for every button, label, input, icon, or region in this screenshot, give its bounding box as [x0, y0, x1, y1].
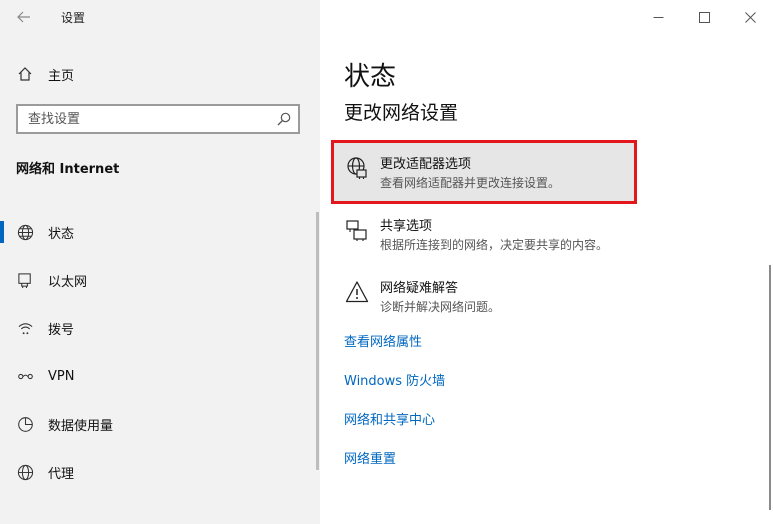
adapter-globe-icon	[344, 156, 370, 182]
option-sharing[interactable]: 共享选项 根据所连接到的网络，决定要共享的内容。	[344, 218, 608, 254]
sidebar-item-label: VPN	[48, 368, 75, 384]
sidebar-item-label: 数据使用量	[48, 418, 114, 434]
option-change-adapter[interactable]: 更改适配器选项 查看网络适配器并更改连接设置。	[344, 156, 560, 192]
home-label: 主页	[48, 68, 75, 84]
sidebar-item-proxy[interactable]: 代理	[0, 448, 320, 496]
vpn-icon	[16, 367, 34, 385]
option-title: 共享选项	[380, 219, 433, 234]
warning-icon	[344, 280, 370, 306]
sidebar-item-label: 状态	[48, 226, 75, 242]
ethernet-icon	[16, 271, 34, 289]
search-icon[interactable]	[276, 111, 292, 127]
sidebar-item-home[interactable]: 主页	[16, 60, 74, 88]
sidebar: 设置 主页 网络和 Internet 状态	[0, 0, 320, 524]
minimize-button[interactable]	[635, 0, 681, 34]
globe-icon	[16, 223, 34, 241]
active-indicator	[0, 221, 4, 243]
sidebar-item-vpn[interactable]: VPN	[0, 352, 320, 400]
link-windows-firewall[interactable]: Windows 防火墙	[344, 370, 445, 389]
maximize-button[interactable]	[681, 0, 727, 34]
option-title: 更改适配器选项	[380, 157, 472, 172]
search-input[interactable]	[18, 106, 278, 132]
sidebar-item-data-usage[interactable]: 数据使用量	[0, 400, 320, 448]
option-description: 诊断并解决网络问题。	[380, 300, 501, 314]
link-view-network-properties[interactable]: 查看网络属性	[344, 331, 422, 350]
page-title: 状态	[344, 62, 397, 92]
option-description: 查看网络适配器并更改连接设置。	[380, 176, 561, 190]
sidebar-item-ethernet[interactable]: 以太网	[0, 256, 320, 304]
close-button[interactable]	[727, 0, 773, 34]
content-pane: 状态 更改网络设置 更改适配器选项 查看网络适配器并更改连接设置。 共享选项 根…	[316, 0, 773, 524]
data-usage-icon	[16, 415, 34, 433]
sidebar-item-dialup[interactable]: 拨号	[0, 304, 320, 352]
sidebar-item-label: 拨号	[48, 322, 75, 338]
sidebar-nav: 状态 以太网 拨号 VPN 数据使用量 代理	[0, 208, 320, 496]
section-subtitle: 更改网络设置	[344, 102, 459, 124]
settings-window: 设置 主页 网络和 Internet 状态	[0, 0, 773, 524]
app-title: 设置	[61, 11, 86, 25]
sidebar-item-label: 代理	[48, 466, 75, 482]
title-bar: 设置	[0, 0, 320, 34]
option-troubleshoot[interactable]: 网络疑难解答 诊断并解决网络问题。	[344, 280, 500, 316]
sidebar-item-label: 以太网	[48, 274, 88, 290]
option-description: 根据所连接到的网络，决定要共享的内容。	[380, 238, 609, 252]
link-network-sharing-center[interactable]: 网络和共享中心	[344, 409, 435, 428]
link-network-reset[interactable]: 网络重置	[344, 448, 396, 467]
sidebar-item-status[interactable]: 状态	[0, 208, 320, 256]
sharing-icon	[344, 218, 370, 244]
back-arrow-icon[interactable]	[12, 6, 36, 28]
home-icon	[16, 65, 34, 83]
content-scrollbar[interactable]	[769, 265, 771, 510]
search-box[interactable]	[16, 104, 300, 134]
section-title: 网络和 Internet	[16, 162, 120, 177]
window-controls	[635, 0, 773, 34]
dialup-icon	[16, 319, 34, 337]
sidebar-scrollbar[interactable]	[316, 212, 319, 470]
option-title: 网络疑难解答	[380, 281, 459, 296]
proxy-globe-icon	[16, 463, 34, 481]
